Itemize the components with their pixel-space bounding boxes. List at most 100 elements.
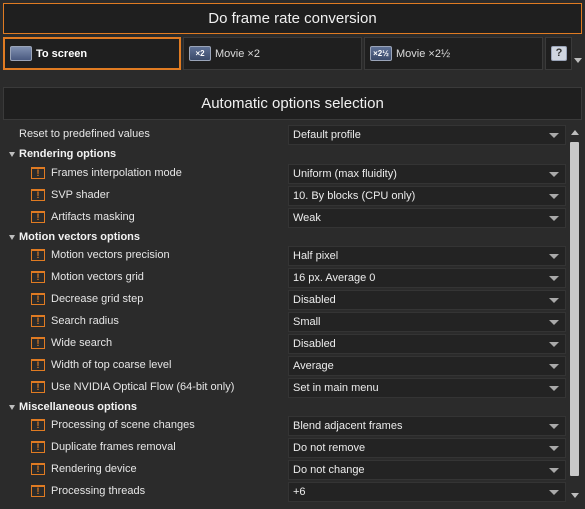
dropdown-value: Do not change [293, 464, 365, 476]
option-row: ! Search radius Small [3, 311, 569, 333]
option-label: Rendering device [51, 463, 137, 475]
option-dropdown[interactable]: Disabled [288, 290, 566, 310]
option-dropdown[interactable]: Uniform (max fluidity) [288, 164, 566, 184]
group-label: Motion vectors options [19, 231, 140, 243]
option-label: Processing of scene changes [51, 419, 195, 431]
profile-unknown[interactable]: ? [545, 37, 572, 70]
chevron-down-icon[interactable] [549, 133, 559, 138]
dropdown-value: Set in main menu [293, 382, 379, 394]
dropdown-value: Average [293, 360, 334, 372]
warning-icon: ! [31, 315, 45, 327]
chevron-down-icon[interactable] [549, 386, 559, 391]
option-label: Search radius [51, 315, 119, 327]
chevron-down-icon[interactable] [549, 342, 559, 347]
warning-icon: ! [31, 293, 45, 305]
profile-to-screen[interactable]: To screen [3, 37, 181, 70]
dropdown-value: Uniform (max fluidity) [293, 168, 397, 180]
frame-rate-conversion-button[interactable]: Do frame rate conversion [3, 3, 582, 34]
chevron-down-icon[interactable] [549, 424, 559, 429]
option-dropdown[interactable]: Half pixel [288, 246, 566, 266]
option-label: Duplicate frames removal [51, 441, 176, 453]
options-scrollbar[interactable] [569, 128, 581, 498]
collapse-caret-icon[interactable] [9, 152, 15, 157]
warning-icon: ! [31, 249, 45, 261]
dropdown-value: Disabled [293, 294, 336, 306]
scrollbar-thumb[interactable] [570, 142, 579, 476]
option-row: ! Duplicate frames removal Do not remove [3, 437, 569, 459]
warning-icon: ! [31, 441, 45, 453]
scroll-down-icon[interactable] [571, 493, 579, 498]
profile-movie-x2[interactable]: ×2 Movie ×2 [183, 37, 362, 70]
option-row: ! Processing of scene changes Blend adjace… [3, 415, 569, 437]
warning-icon: ! [31, 337, 45, 349]
movie-x2-half-icon: ×2½ [370, 46, 392, 61]
chevron-down-icon[interactable] [549, 276, 559, 281]
option-label: Artifacts masking [51, 211, 135, 223]
profile-tabs: To screen ×2 Movie ×2 ×2½ Movie ×2½ ? [3, 37, 585, 70]
option-label: Reset to predefined values [19, 128, 150, 140]
option-label: Width of top coarse level [51, 359, 172, 371]
option-row: ! Wide search Disabled [3, 333, 569, 355]
question-icon: ? [551, 46, 567, 61]
option-row: ! Rendering device Do not change [3, 459, 569, 481]
warning-icon: ! [31, 271, 45, 283]
chevron-down-icon[interactable] [549, 446, 559, 451]
option-row: ! Frames interpolation mode Uniform (max f… [3, 163, 569, 185]
option-dropdown[interactable]: Average [288, 356, 566, 376]
option-dropdown[interactable]: Set in main menu [288, 378, 566, 398]
option-label: Motion vectors precision [51, 249, 170, 261]
option-label: Motion vectors grid [51, 271, 144, 283]
option-dropdown[interactable]: 16 px. Average 0 [288, 268, 566, 288]
dropdown-value: Do not remove [293, 442, 366, 454]
chevron-down-icon[interactable] [549, 298, 559, 303]
option-row: ! Width of top coarse level Average [3, 355, 569, 377]
warning-icon: ! [31, 463, 45, 475]
chevron-down-icon[interactable] [549, 490, 559, 495]
chevron-down-icon[interactable] [549, 172, 559, 177]
dropdown-value: Weak [293, 212, 321, 224]
option-dropdown[interactable]: +6 [288, 482, 566, 502]
collapse-caret-icon[interactable] [9, 405, 15, 410]
option-dropdown[interactable]: Weak [288, 208, 566, 228]
option-label: Processing threads [51, 485, 146, 497]
chevron-down-icon[interactable] [549, 364, 559, 369]
scroll-up-icon[interactable] [571, 130, 579, 135]
chevron-down-icon[interactable] [549, 216, 559, 221]
option-row: ! Decrease grid step Disabled [3, 289, 569, 311]
option-row: ! Motion vectors precision Half pixel [3, 245, 569, 267]
dropdown-value: 10. By blocks (CPU only) [293, 190, 416, 202]
chevron-down-icon[interactable] [549, 468, 559, 473]
movie-x2-icon: ×2 [189, 46, 211, 61]
chevron-down-icon[interactable] [549, 320, 559, 325]
option-label: Frames interpolation mode [51, 167, 182, 179]
option-row: ! Processing threads +6 [3, 481, 569, 503]
dropdown-value: +6 [293, 486, 306, 498]
profile-label: Movie ×2 [215, 47, 260, 60]
option-dropdown[interactable]: Do not remove [288, 438, 566, 458]
group-label: Miscellaneous options [19, 401, 137, 413]
option-label: Decrease grid step [51, 293, 144, 305]
option-dropdown[interactable]: Do not change [288, 460, 566, 480]
warning-icon: ! [31, 211, 45, 223]
chevron-down-icon[interactable] [549, 194, 559, 199]
option-label: SVP shader [51, 189, 110, 201]
option-dropdown[interactable]: Default profile [288, 125, 566, 145]
option-row: ! SVP shader 10. By blocks (CPU only) [3, 185, 569, 207]
group-label: Rendering options [19, 148, 117, 160]
profile-label: Movie ×2½ [396, 47, 451, 60]
option-dropdown[interactable]: Disabled [288, 334, 566, 354]
option-row: ! Motion vectors grid 16 px. Average 0 [3, 267, 569, 289]
warning-icon: ! [31, 419, 45, 431]
option-dropdown[interactable]: 10. By blocks (CPU only) [288, 186, 566, 206]
option-row: ! Use NVIDIA Optical Flow (64-bit only) Se… [3, 377, 569, 399]
profiles-scroll-down-icon[interactable] [574, 58, 582, 63]
option-dropdown[interactable]: Small [288, 312, 566, 332]
dropdown-value: Blend adjacent frames [293, 420, 403, 432]
dropdown-value: Half pixel [293, 250, 339, 262]
chevron-down-icon[interactable] [549, 254, 559, 259]
collapse-caret-icon[interactable] [9, 235, 15, 240]
profile-movie-x2-half[interactable]: ×2½ Movie ×2½ [364, 37, 543, 70]
option-label: Use NVIDIA Optical Flow (64-bit only) [51, 381, 235, 393]
option-dropdown[interactable]: Blend adjacent frames [288, 416, 566, 436]
section-title: Automatic options selection [3, 87, 582, 120]
